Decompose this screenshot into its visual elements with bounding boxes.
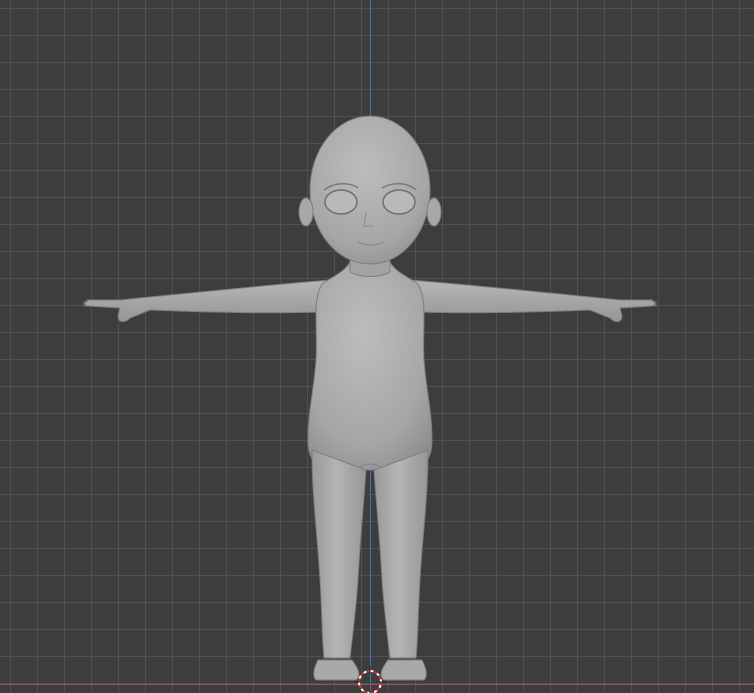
right-leg (373, 449, 429, 681)
head (298, 115, 442, 265)
3d-viewport[interactable] (0, 0, 754, 693)
left-leg (311, 449, 367, 681)
right-arm (409, 279, 657, 323)
character-model[interactable] (0, 0, 754, 693)
left-arm (83, 279, 331, 323)
torso (307, 261, 433, 471)
3d-cursor-icon[interactable] (354, 666, 386, 693)
